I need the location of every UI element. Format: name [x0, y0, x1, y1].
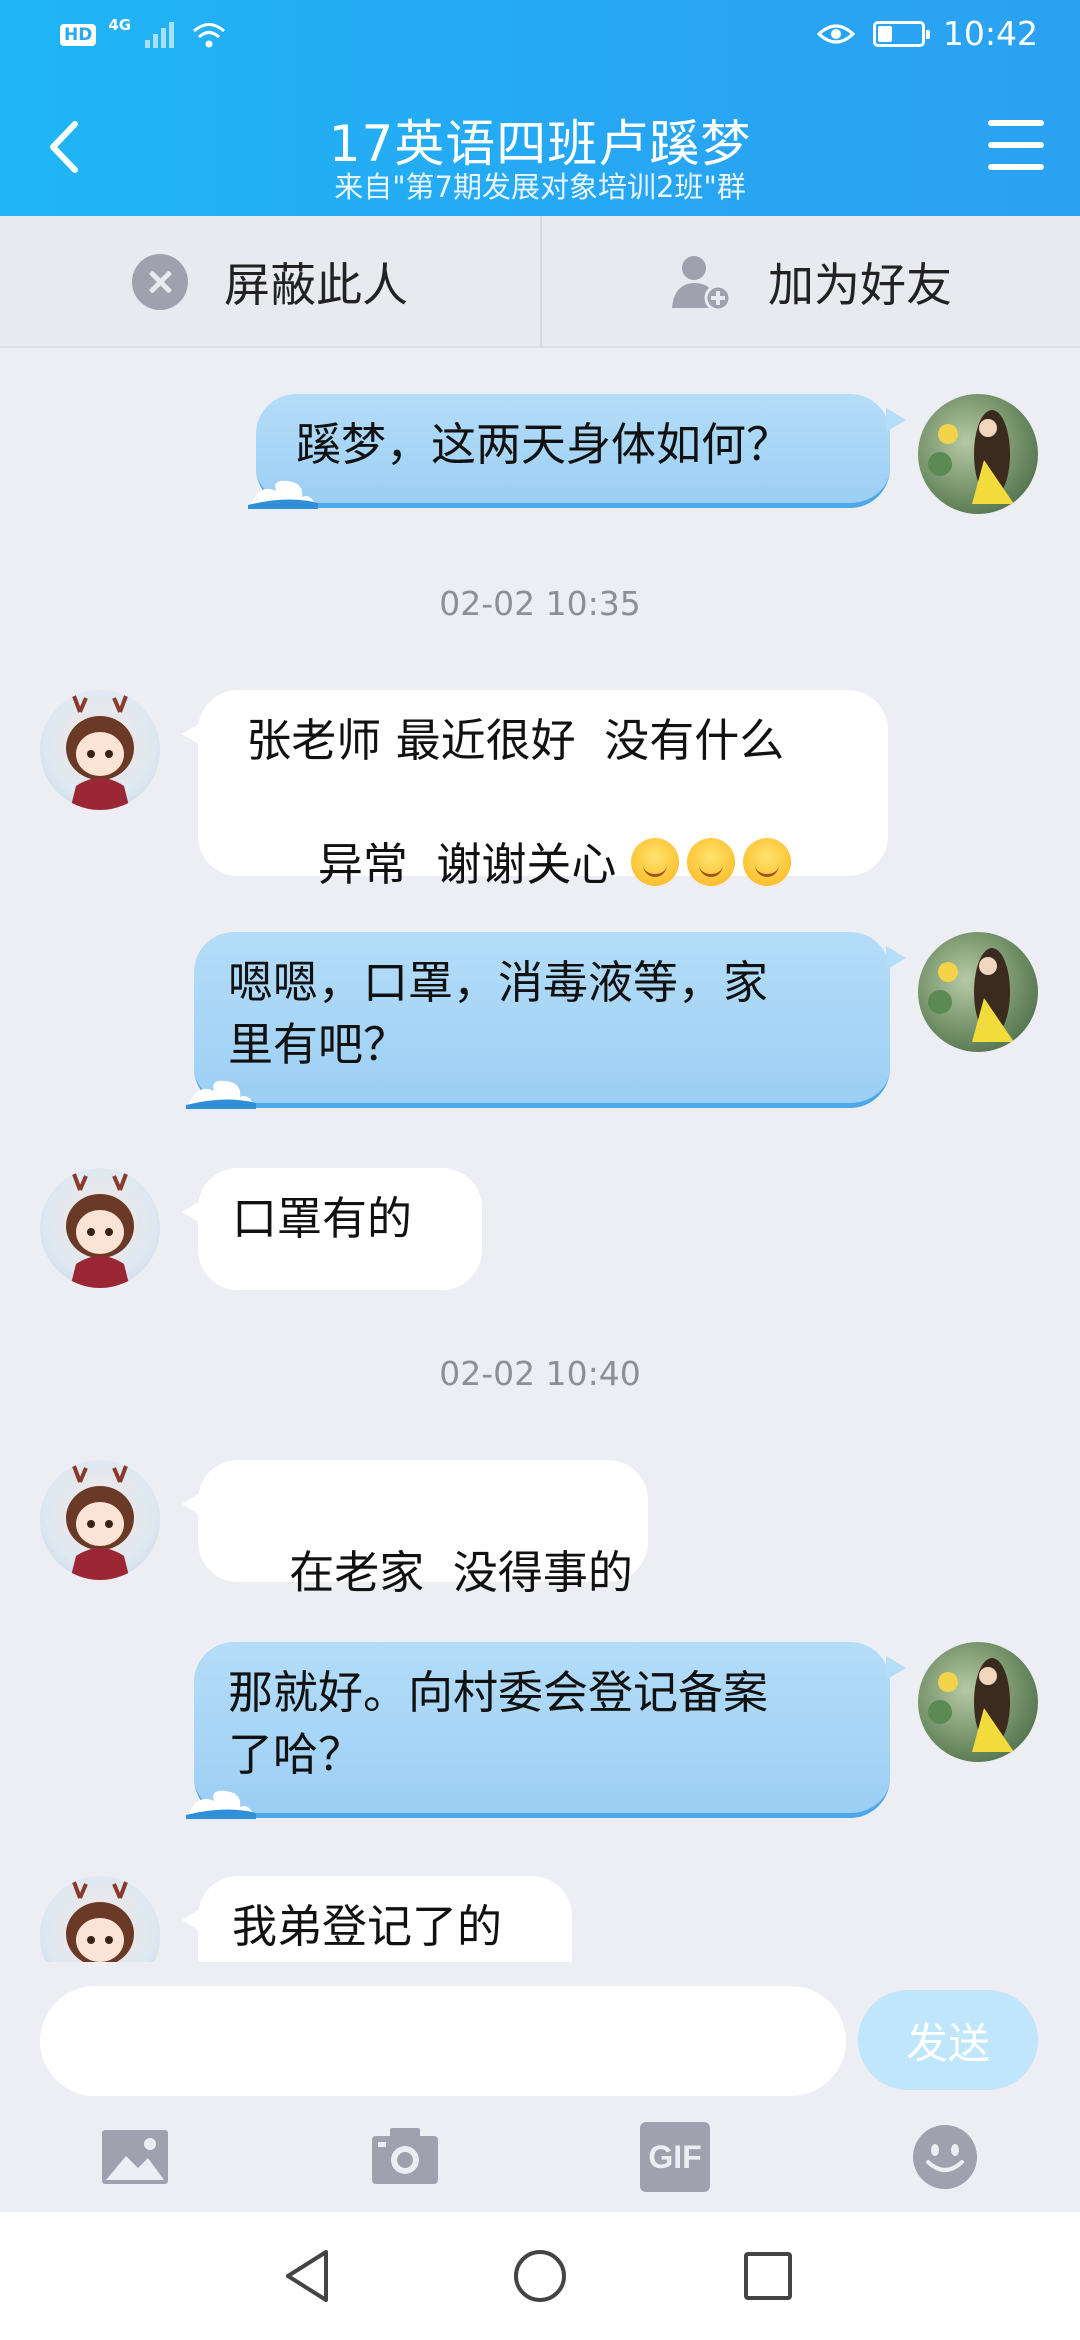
- smile-emoji-icon: [630, 838, 679, 886]
- message-text: 蹊梦，这两天身体如何？: [296, 418, 792, 471]
- message-bubble-outgoing[interactable]: 嗯嗯，口罩，消毒液等，家 里有吧？: [186, 932, 906, 1109]
- wave-decoration-icon: [186, 1790, 256, 1819]
- timestamp: 02-02 10:35: [439, 584, 641, 623]
- composer: 发送 GIF: [0, 1962, 1080, 2212]
- battery-icon: [872, 20, 930, 47]
- clock: 10:42: [942, 14, 1038, 53]
- wave-decoration-icon: [186, 1080, 256, 1109]
- my-avatar[interactable]: [918, 394, 1038, 514]
- contact-avatar[interactable]: [40, 1168, 160, 1288]
- send-button[interactable]: 发送: [858, 1990, 1038, 2090]
- contact-avatar[interactable]: [40, 1460, 160, 1580]
- nav-back-icon[interactable]: [276, 2244, 340, 2308]
- menu-button[interactable]: [988, 120, 1044, 170]
- image-icon[interactable]: [100, 2122, 170, 2192]
- wave-decoration-icon: [248, 480, 318, 509]
- avatar-illustration: [928, 948, 1014, 1042]
- message-text-line: 异常 谢谢关心: [317, 838, 631, 891]
- message-bubble-incoming[interactable]: 在老家 没得事的: [182, 1460, 648, 1599]
- gif-icon[interactable]: GIF: [640, 2122, 710, 2192]
- message-bubble-incoming[interactable]: 我弟登记了的: [182, 1876, 572, 1962]
- signal-icon: [145, 22, 175, 48]
- stranger-actions: 屏蔽此人 加为好友: [0, 216, 1080, 348]
- smile-emoji-icon: [686, 838, 735, 886]
- hamburger-icon: [988, 120, 1044, 126]
- message-text-line: 了哈？: [228, 1728, 364, 1781]
- block-icon: [132, 254, 188, 310]
- message-text-line: 里有吧？: [228, 1018, 409, 1071]
- message-list[interactable]: 蹊梦，这两天身体如何？ 02-02 10:35 张老师 最近很好 没有什么 异常…: [0, 350, 1080, 1962]
- avatar-illustration: [66, 695, 134, 810]
- contact-avatar[interactable]: [40, 690, 160, 810]
- system-nav-bar: [0, 2212, 1080, 2340]
- message-text-line: 嗯嗯，口罩，消毒液等，家: [228, 956, 769, 1009]
- eye-comfort-icon: [816, 24, 855, 43]
- message-text: 在老家 没得事的: [289, 1546, 633, 1599]
- my-avatar[interactable]: [918, 932, 1038, 1052]
- message-text-line: 那就好。向村委会登记备案: [228, 1666, 769, 1719]
- nav-recents-icon[interactable]: [736, 2244, 800, 2308]
- block-user-label: 屏蔽此人: [224, 258, 408, 312]
- message-bubble-outgoing[interactable]: 那就好。向村委会登记备案 了哈？: [186, 1642, 906, 1819]
- message-text: 我弟登记了的: [232, 1900, 503, 1953]
- avatar-illustration: [66, 1465, 134, 1580]
- status-bar: HD 4G 10:42: [0, 0, 1080, 76]
- chat-subtitle: 来自"第7期发展对象培训2班"群: [334, 170, 746, 204]
- smile-emoji-icon: [742, 838, 791, 886]
- add-friend-button[interactable]: 加为好友: [540, 216, 1080, 348]
- add-friend-label: 加为好友: [768, 258, 952, 312]
- timestamp: 02-02 10:40: [439, 1354, 641, 1393]
- avatar-illustration: [66, 1173, 134, 1288]
- my-avatar[interactable]: [918, 1642, 1038, 1762]
- network-type: 4G: [108, 16, 132, 34]
- avatar-illustration: [928, 410, 1014, 504]
- camera-icon[interactable]: [370, 2122, 440, 2192]
- message-bubble-outgoing[interactable]: 蹊梦，这两天身体如何？: [248, 394, 906, 509]
- message-input[interactable]: [40, 1986, 846, 2096]
- message-bubble-incoming[interactable]: 口罩有的: [182, 1168, 482, 1290]
- block-user-button[interactable]: 屏蔽此人: [0, 216, 540, 348]
- message-bubble-incoming[interactable]: 张老师 最近很好 没有什么 异常 谢谢关心: [182, 690, 888, 891]
- nav-home-icon[interactable]: [508, 2244, 572, 2308]
- message-text: 口罩有的: [232, 1192, 413, 1245]
- emoji-icon[interactable]: [910, 2122, 980, 2192]
- wifi-icon: [193, 23, 226, 48]
- gif-label: GIF: [648, 2138, 702, 2175]
- avatar-illustration: [928, 1658, 1014, 1752]
- hd-indicator: HD: [60, 24, 97, 46]
- message-text-line: 张老师 最近很好 没有什么: [232, 714, 785, 767]
- avatar-illustration: [66, 1881, 134, 1962]
- app-header: HD 4G 10:42 17英语四班卢蹊梦 来自"第7期发展对象培训2班"群: [0, 0, 1080, 216]
- contact-avatar[interactable]: [40, 1876, 160, 1962]
- add-friend-icon: [672, 256, 732, 312]
